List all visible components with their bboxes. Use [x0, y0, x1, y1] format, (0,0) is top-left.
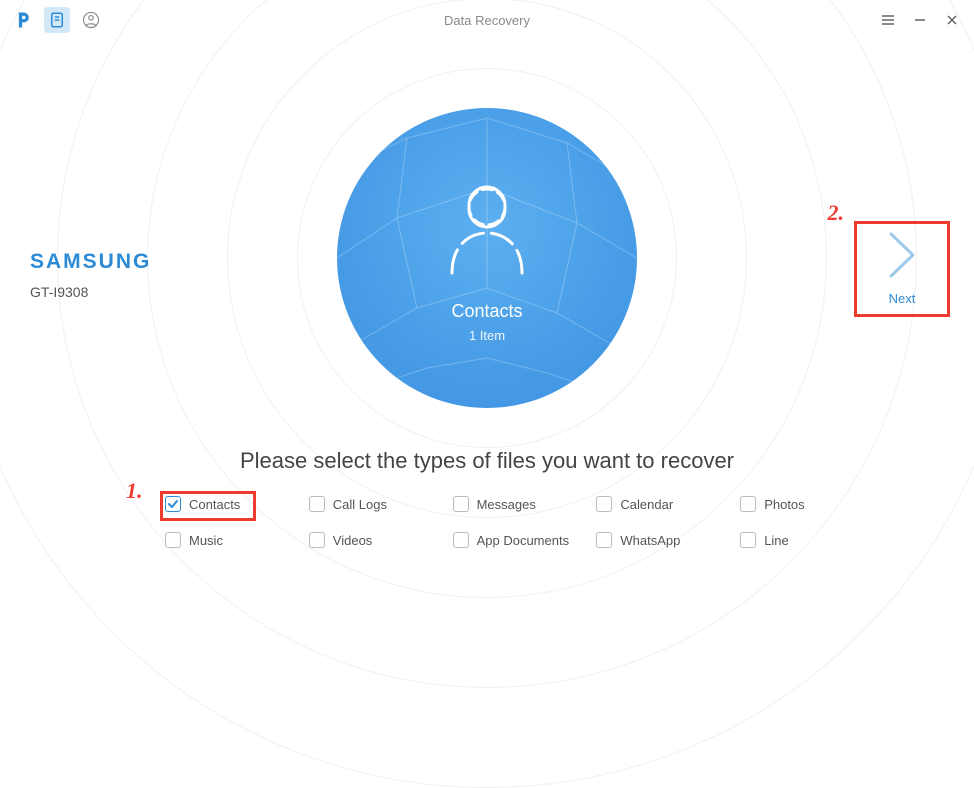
option-music[interactable]: Music	[165, 532, 299, 548]
device-model: GT-I9308	[30, 284, 151, 300]
checkbox-messages[interactable]	[453, 496, 469, 512]
menu-button[interactable]	[876, 8, 900, 32]
contacts-avatar-icon	[437, 173, 537, 283]
close-button[interactable]	[940, 8, 964, 32]
device-brand: SAMSUNG	[30, 250, 151, 274]
option-messages[interactable]: Messages	[453, 496, 587, 512]
titlebar: Data Recovery	[0, 0, 974, 40]
checkbox-calendar[interactable]	[596, 496, 612, 512]
hamburger-icon	[881, 13, 895, 27]
user-tab[interactable]	[78, 7, 104, 33]
checkbox-photos[interactable]	[740, 496, 756, 512]
window-title: Data Recovery	[0, 13, 974, 28]
option-label: App Documents	[477, 533, 570, 548]
option-label: Photos	[764, 497, 804, 512]
checkbox-videos[interactable]	[309, 532, 325, 548]
home-button[interactable]	[10, 7, 36, 33]
person-circle-icon	[82, 11, 100, 29]
annotation-number-1: 1.	[126, 478, 143, 504]
checkbox-contacts[interactable]	[165, 496, 181, 512]
option-line[interactable]: Line	[740, 532, 874, 548]
option-label: Music	[189, 533, 223, 548]
checkbox-music[interactable]	[165, 532, 181, 548]
option-label: Call Logs	[333, 497, 387, 512]
minimize-button[interactable]	[908, 8, 932, 32]
checkbox-whatsapp[interactable]	[596, 532, 612, 548]
option-call-logs[interactable]: Call Logs	[309, 496, 443, 512]
preview-count-label: 1 Item	[469, 328, 505, 343]
device-info: SAMSUNG GT-I9308	[30, 250, 151, 300]
data-recovery-tab[interactable]	[44, 7, 70, 33]
checkbox-app-documents[interactable]	[453, 532, 469, 548]
window-controls	[876, 8, 964, 32]
option-contacts[interactable]: Contacts	[165, 496, 299, 512]
annotation-box-2	[854, 221, 950, 317]
preview-category-label: Contacts	[451, 301, 522, 322]
option-videos[interactable]: Videos	[309, 532, 443, 548]
file-type-options: Contacts Call Logs Messages Calendar Photos M…	[165, 496, 874, 548]
option-calendar[interactable]: Calendar	[596, 496, 730, 512]
option-whatsapp[interactable]: WhatsApp	[596, 532, 730, 548]
toolbar-left	[10, 7, 104, 33]
logo-icon	[13, 10, 33, 30]
close-icon	[946, 14, 958, 26]
minimize-icon	[914, 14, 926, 26]
option-label: Line	[764, 533, 789, 548]
option-label: WhatsApp	[620, 533, 680, 548]
checkbox-call-logs[interactable]	[309, 496, 325, 512]
option-photos[interactable]: Photos	[740, 496, 874, 512]
annotation-number-2: 2.	[828, 200, 845, 226]
option-label: Calendar	[620, 497, 673, 512]
selection-preview-circle: Contacts 1 Item	[337, 108, 637, 408]
option-label: Contacts	[189, 497, 240, 512]
check-icon	[167, 498, 179, 510]
instruction-text: Please select the types of files you wan…	[0, 448, 974, 474]
checkbox-line[interactable]	[740, 532, 756, 548]
option-app-documents[interactable]: App Documents	[453, 532, 587, 548]
option-label: Messages	[477, 497, 536, 512]
document-icon	[48, 11, 66, 29]
option-label: Videos	[333, 533, 373, 548]
